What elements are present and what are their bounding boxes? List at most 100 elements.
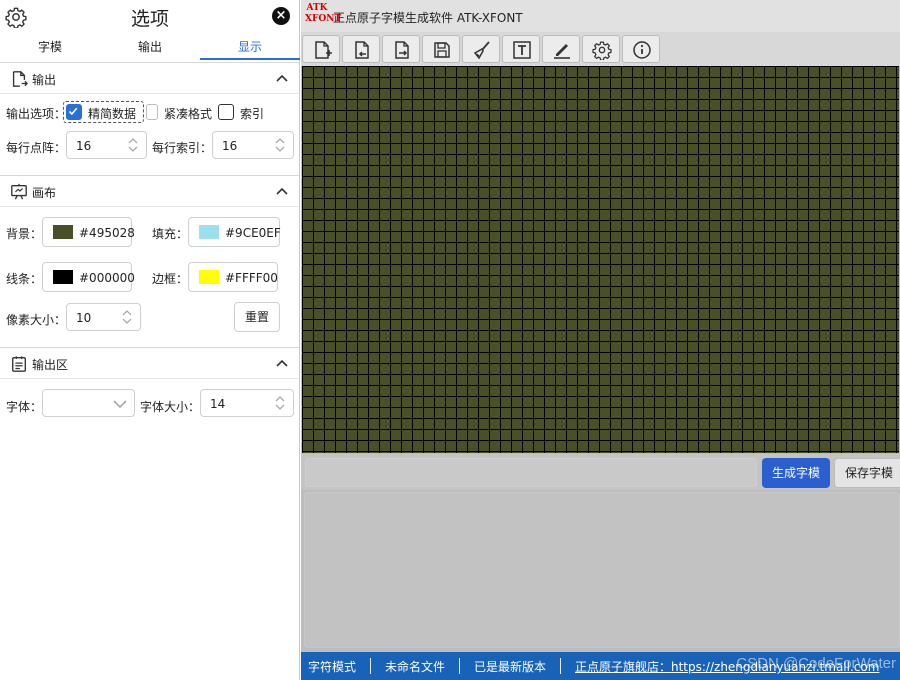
reset-button[interactable]: 重置: [234, 302, 280, 332]
background-label: 背景：: [6, 227, 43, 241]
panel-title: 选项: [130, 8, 169, 30]
border-swatch: [199, 270, 219, 284]
fill-swatch: [199, 225, 219, 239]
watermark-text: CSDN @CodeForWater: [736, 655, 896, 672]
info-icon: [633, 41, 651, 59]
text-tool-button[interactable]: [502, 35, 540, 63]
section-output-area-title: 输出区: [32, 358, 69, 372]
dots-per-row-stepper[interactable]: 16: [66, 131, 147, 159]
font-size-value: 14: [210, 397, 226, 411]
dots-per-row-value: 16: [76, 139, 92, 153]
options-panel: 选项 × 字模 输出 显示 输出 输出选项： 精简数据 紧凑格式 索引 每行点阵…: [0, 0, 300, 680]
save-glyph-button[interactable]: 保存字模: [834, 458, 900, 488]
generate-glyph-button[interactable]: 生成字模: [762, 458, 830, 488]
tab-glyph[interactable]: 字模: [0, 36, 100, 60]
fill-color-picker[interactable]: #9CE0EF: [188, 217, 281, 247]
stepper-arrows-icon[interactable]: [122, 309, 132, 325]
settings-icon: [592, 41, 612, 60]
section-output-header[interactable]: 输出: [0, 62, 299, 94]
settings-button[interactable]: [582, 35, 620, 63]
stepper-arrows-icon[interactable]: [275, 395, 285, 411]
line-hex: #000000: [79, 271, 135, 285]
title-bar: ATK XFONT 正点原子字模生成软件 ATK-XFONT: [301, 0, 900, 32]
generate-bar: 生成字模 保存字模: [301, 454, 900, 490]
font-label: 字体：: [6, 400, 43, 414]
status-version: 已是最新版本: [474, 660, 547, 674]
chevron-up-icon[interactable]: [275, 71, 289, 85]
background-color-picker[interactable]: #495028: [42, 217, 135, 247]
tab-output[interactable]: 输出: [100, 36, 200, 60]
status-file: 未命名文件: [385, 660, 446, 674]
pen-icon: [554, 44, 570, 59]
output-options-label: 输出选项：: [6, 107, 67, 121]
fill-hex: #9CE0EF: [225, 226, 281, 240]
output-text-area[interactable]: [304, 492, 900, 648]
status-bar: 字符模式 未命名文件 已是最新版本 正点原子旗舰店：https://zhengd…: [301, 652, 900, 680]
section-canvas-header[interactable]: 画布: [0, 175, 299, 207]
dots-per-row-label: 每行点阵：: [6, 141, 67, 155]
font-select[interactable]: [42, 389, 135, 417]
pixel-grid[interactable]: [302, 66, 899, 453]
index-label: 索引: [240, 107, 265, 121]
section-output-area-header[interactable]: 输出区: [0, 347, 299, 379]
pen-tool-button[interactable]: [542, 35, 580, 63]
compact-format-label: 紧凑格式: [164, 107, 213, 121]
glyph-canvas[interactable]: [302, 66, 899, 453]
index-per-row-value: 16: [222, 139, 238, 153]
compact-format-checkbox[interactable]: [146, 104, 158, 120]
new-file-icon: [315, 41, 332, 59]
border-color-picker[interactable]: #FFFF00: [188, 262, 278, 292]
border-hex: #FFFF00: [225, 271, 278, 285]
clear-button[interactable]: [462, 35, 500, 63]
options-tabs: 字模 输出 显示: [0, 36, 300, 60]
main-window: ATK XFONT 正点原子字模生成软件 ATK-XFONT 生成字模 保存字模…: [301, 0, 900, 680]
font-size-stepper[interactable]: 14: [200, 389, 294, 417]
chevron-up-icon[interactable]: [275, 356, 289, 370]
window-title: 正点原子字模生成软件 ATK-XFONT: [333, 11, 523, 25]
stepper-arrows-icon[interactable]: [128, 137, 138, 153]
pixel-size-label: 像素大小：: [6, 313, 67, 327]
options-header: 选项 ×: [0, 0, 300, 34]
pixel-size-value: 10: [76, 311, 92, 325]
open-file-button[interactable]: [342, 35, 380, 63]
section-output-title: 输出: [32, 73, 57, 87]
check-icon: [68, 107, 78, 116]
fill-label: 填充：: [152, 227, 189, 241]
text-icon: [513, 41, 531, 59]
index-per-row-stepper[interactable]: 16: [212, 131, 294, 159]
line-swatch: [53, 270, 73, 284]
easel-icon: [11, 183, 27, 200]
status-divider: [560, 658, 561, 674]
section-canvas-title: 画布: [32, 186, 57, 200]
save-icon: [434, 42, 450, 58]
info-button[interactable]: [622, 35, 660, 63]
new-file-button[interactable]: [302, 35, 340, 63]
index-per-row-label: 每行索引：: [152, 141, 213, 155]
border-label: 边框：: [152, 272, 189, 286]
file-export-icon: [12, 71, 28, 87]
chevron-up-icon[interactable]: [275, 184, 289, 198]
background-hex: #495028: [79, 226, 135, 240]
clipboard-icon: [12, 356, 26, 372]
line-label: 线条：: [6, 272, 43, 286]
status-divider: [370, 658, 371, 674]
font-size-label: 字体大小：: [140, 400, 201, 414]
export-file-button[interactable]: [382, 35, 420, 63]
tab-display[interactable]: 显示: [200, 36, 300, 60]
toolbar: [301, 32, 900, 66]
open-file-icon: [355, 41, 369, 59]
export-file-icon: [395, 41, 409, 59]
close-icon[interactable]: ×: [272, 7, 290, 25]
simplify-data-checkbox[interactable]: [66, 104, 82, 120]
status-divider: [459, 658, 460, 674]
brush-icon: [473, 41, 490, 60]
save-file-button[interactable]: [422, 35, 460, 63]
line-color-picker[interactable]: #000000: [42, 262, 135, 292]
index-checkbox[interactable]: [218, 104, 234, 120]
stepper-arrows-icon[interactable]: [275, 137, 285, 153]
glyph-text-input[interactable]: [305, 458, 757, 487]
chevron-down-icon[interactable]: [112, 396, 128, 412]
pixel-size-stepper[interactable]: 10: [66, 303, 141, 331]
atk-xfont-logo: ATK XFONT: [305, 3, 342, 24]
simplify-data-label: 精简数据: [88, 107, 137, 121]
